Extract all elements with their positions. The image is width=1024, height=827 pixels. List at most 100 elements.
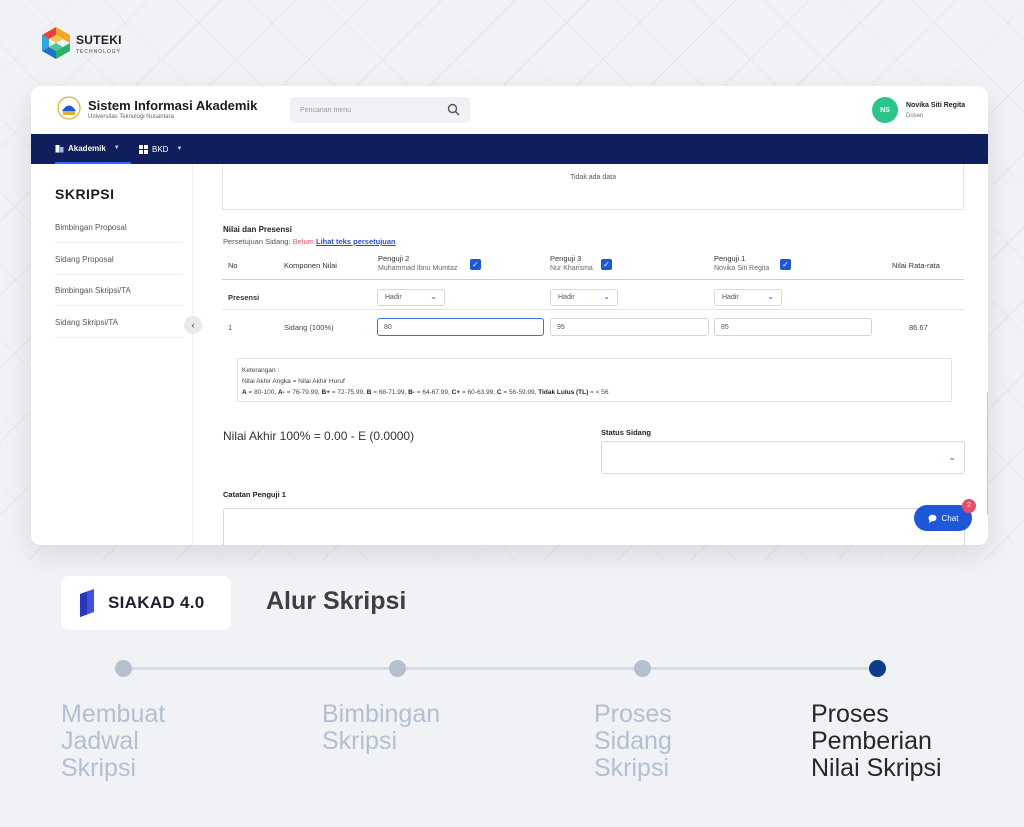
- score-input-examiner-2[interactable]: 80: [377, 318, 544, 336]
- sidebar-item-sidang-skripsi[interactable]: Sidang Skripsi/TA: [55, 307, 183, 338]
- presence-value: Hadir: [558, 294, 575, 301]
- scrollbar[interactable]: [987, 391, 988, 516]
- university-logo-icon: [57, 96, 81, 120]
- step-2: Bimbingan Skripsi: [322, 701, 440, 755]
- examiner-3-checkbox[interactable]: ✓: [601, 259, 612, 270]
- empty-text: Tidak ada data: [569, 174, 617, 181]
- range-a-minus: = 76-79.99,: [284, 389, 322, 396]
- status-select[interactable]: ⌄: [601, 441, 965, 474]
- timeline-dot: [634, 660, 651, 677]
- average-value: 86.67: [909, 323, 928, 332]
- building-icon: [55, 144, 64, 152]
- chevron-down-icon: ⌄: [430, 292, 437, 301]
- step-3-line3: Skripsi: [594, 754, 670, 782]
- timeline-line: [123, 667, 878, 670]
- nav-akademik[interactable]: Akademik ▼: [55, 134, 131, 164]
- col-examiner-3-header: Penguji 3 Nur Kharisma: [550, 254, 593, 272]
- app-header: Sistem Informasi Akademik Universitas Te…: [31, 86, 988, 134]
- siakad-card: SIAKAD 4.0: [61, 576, 231, 630]
- presence-select-examiner-1[interactable]: Hadir ⌄: [714, 289, 782, 306]
- divider: [222, 309, 964, 310]
- app-window: Sistem Informasi Akademik Universitas Te…: [31, 86, 988, 545]
- examiner-1-name: Novika Siti Regita: [714, 265, 770, 272]
- sidebar-item-bimbingan-skripsi[interactable]: Bimbingan Skripsi/TA: [55, 275, 183, 306]
- flow-title: Alur Skripsi: [266, 587, 407, 615]
- chat-label: Chat: [941, 513, 959, 523]
- grade-a-minus: A-: [277, 389, 285, 396]
- timeline-dot: [389, 660, 406, 677]
- step-4-line2: Pemberian: [811, 727, 932, 755]
- examiner-2-checkbox[interactable]: ✓: [470, 259, 481, 270]
- status-label: Status Sidang: [601, 428, 652, 437]
- note-label: Catatan Penguji 1: [223, 490, 286, 499]
- presence-label: Presensi: [228, 293, 260, 302]
- range-b-minus: = 64-67.99,: [414, 389, 452, 396]
- legend-rule: Nilai Akhir Angka = Nilai Akhir Huruf: [242, 378, 345, 385]
- chevron-down-icon: ▼: [176, 146, 183, 152]
- score-input-examiner-1[interactable]: 85: [714, 318, 872, 336]
- presence-value: Hadir: [385, 294, 402, 301]
- step-2-line2: Skripsi: [322, 727, 398, 755]
- user-menu[interactable]: NS Novika Siti Regita Dosen: [872, 97, 965, 123]
- row-number: 1: [228, 323, 233, 332]
- step-3: Proses Sidang Skripsi: [594, 701, 672, 782]
- siakad-logo-icon: [80, 589, 94, 617]
- range-c-plus: = 60-63.99,: [460, 389, 497, 396]
- approval-status: Belum: [292, 237, 314, 246]
- examiner-3-name: Nur Kharisma: [550, 265, 593, 272]
- presence-value: Hadir: [722, 294, 739, 301]
- section-title: Nilai dan Presensi: [223, 225, 292, 234]
- user-name: Novika Siti Regita: [906, 101, 966, 109]
- presence-select-examiner-3[interactable]: Hadir ⌄: [550, 289, 618, 306]
- main-content: Tidak ada data Nilai dan Presensi Perset…: [193, 164, 988, 545]
- col-component-header: Komponen Nilai: [284, 261, 337, 270]
- step-3-line1: Proses: [594, 700, 672, 728]
- chat-icon: [928, 514, 937, 523]
- chevron-down-icon: ⌄: [603, 292, 610, 301]
- examiner-1-label: Penguji 1: [714, 254, 746, 263]
- grid-icon: [139, 144, 148, 154]
- range-a: = 80-100,: [246, 389, 278, 396]
- score-input-examiner-3[interactable]: 95: [550, 318, 709, 336]
- chevron-down-icon: ▼: [113, 145, 120, 151]
- search-icon[interactable]: [447, 103, 460, 116]
- chevron-down-icon: ⌄: [948, 452, 956, 462]
- step-2-line1: Bimbingan: [322, 700, 441, 728]
- row-component: Sidang (100%): [284, 323, 334, 332]
- examiner-2-label: Penguji 2: [378, 254, 410, 263]
- brand-subtitle: TECHNOLOGY: [76, 49, 122, 55]
- note-textarea[interactable]: [223, 508, 965, 545]
- step-1-line2: Jadwal: [61, 727, 139, 755]
- chevron-down-icon: ⌄: [767, 292, 774, 301]
- step-1-line1: Membuat: [61, 700, 166, 728]
- app-title: Sistem Informasi Akademik: [88, 98, 258, 113]
- sidebar-title: SKRIPSI: [55, 186, 115, 202]
- chat-badge: 2: [962, 499, 976, 513]
- search-input[interactable]: [290, 97, 470, 123]
- presence-select-examiner-2[interactable]: Hadir ⌄: [377, 289, 445, 306]
- legend-title: Keterangan :: [242, 367, 280, 374]
- grade-c-plus: C+: [451, 389, 461, 396]
- divider: [222, 279, 964, 280]
- examiner-1-checkbox[interactable]: ✓: [780, 259, 791, 270]
- sidebar-item-sidang-proposal[interactable]: Sidang Proposal: [55, 244, 183, 275]
- col-average-header: Nilai Rata-rata: [892, 261, 940, 270]
- timeline-dot-active: [869, 660, 886, 677]
- user-role: Dosen: [906, 112, 924, 119]
- step-1-line3: Skripsi: [61, 754, 137, 782]
- avatar[interactable]: NS: [872, 97, 898, 123]
- approval-link[interactable]: Lihat teks persetujuan: [316, 237, 396, 246]
- suteki-logo-icon: [42, 27, 70, 59]
- product-name: SIAKAD 4.0: [108, 593, 205, 612]
- step-4: Proses Pemberian Nilai Skripsi: [811, 701, 942, 782]
- brand-name: SUTEKI: [76, 33, 122, 47]
- sidebar-item-bimbingan-proposal[interactable]: Bimbingan Proposal: [55, 212, 183, 243]
- suteki-brand: SUTEKI TECHNOLOGY: [40, 26, 122, 60]
- legend-ranges: A = 80-100, A- = 76-79.99, B+ = 72-75.99…: [242, 387, 951, 398]
- sidebar: SKRIPSI Bimbingan Proposal Sidang Propos…: [31, 164, 193, 545]
- nav-bkd[interactable]: BKD ▼: [139, 134, 182, 164]
- range-b-plus: = 72-75.99,: [330, 389, 367, 396]
- examiner-3-label: Penguji 3: [550, 254, 582, 263]
- timeline-dot: [115, 660, 132, 677]
- step-4-line1: Proses: [811, 700, 889, 728]
